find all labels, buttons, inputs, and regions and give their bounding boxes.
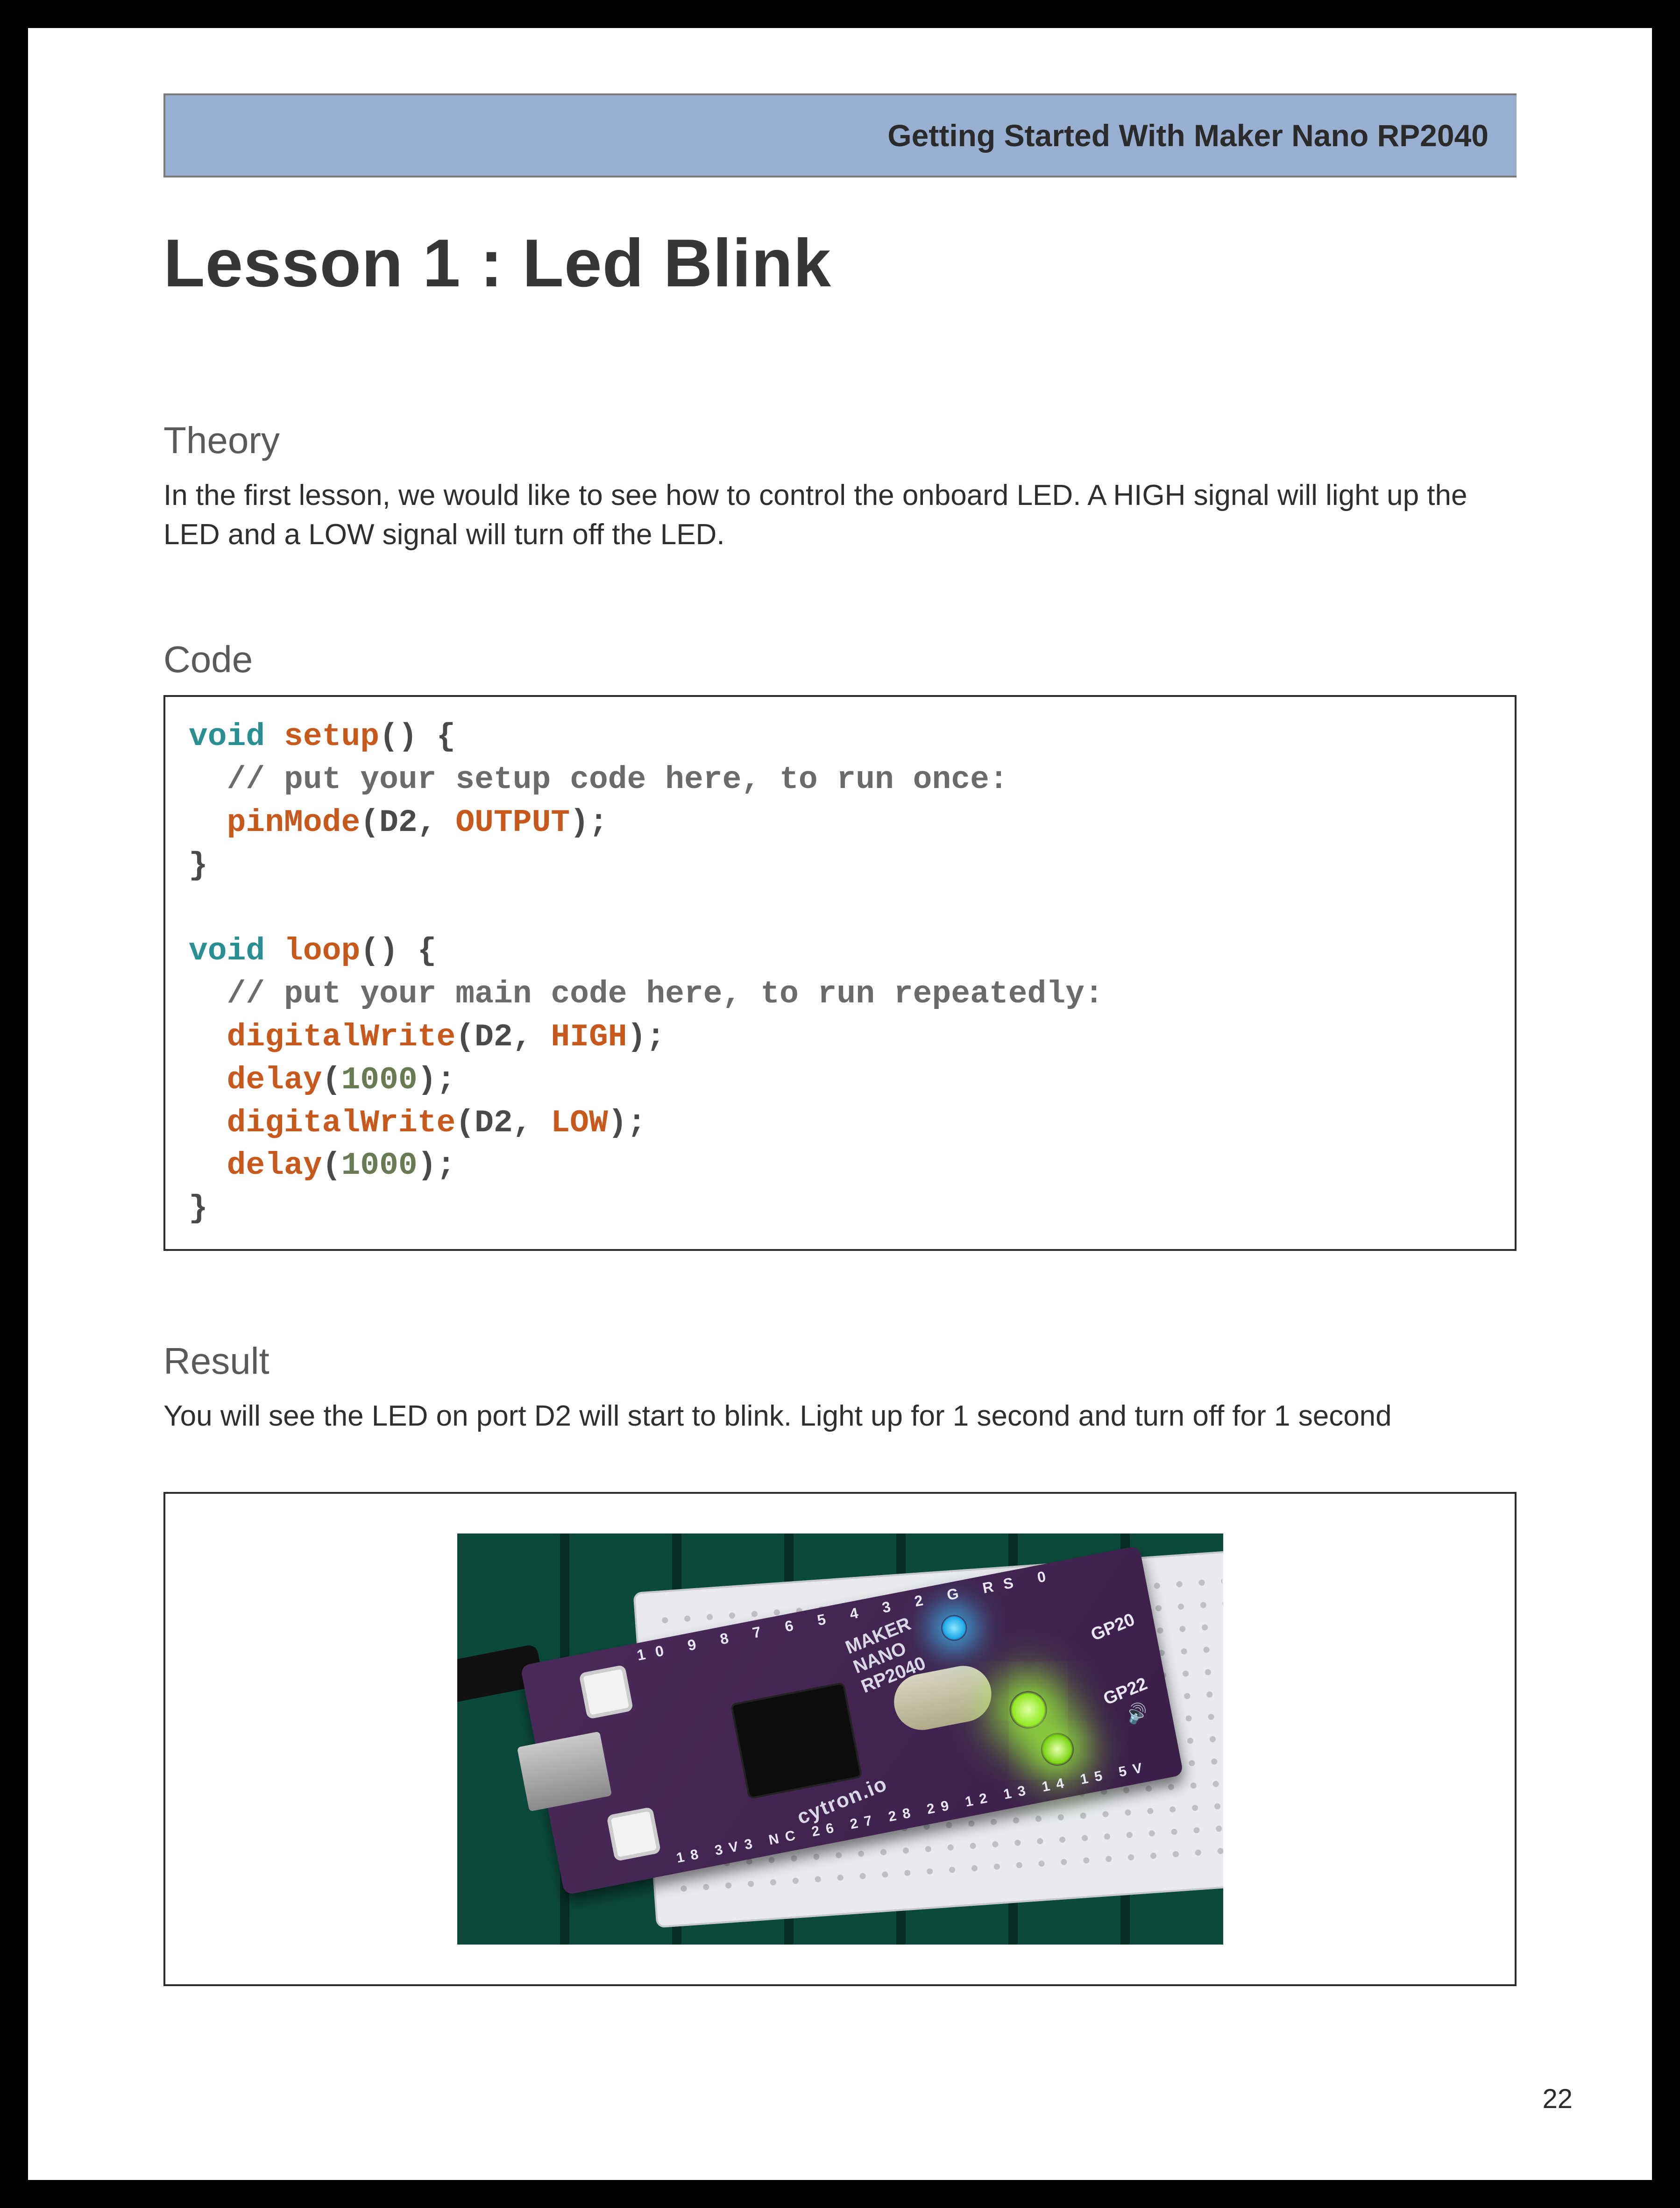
code-punct: ); (418, 1148, 456, 1184)
code-comment: // put your main code here, to run repea… (189, 976, 1104, 1012)
code-punct: ( (360, 805, 379, 841)
code-num: 1000 (341, 1062, 417, 1098)
result-image-frame: 10 9 8 7 6 5 4 3 2 G RS 0 18 3V3 NC 26 2… (163, 1492, 1517, 1986)
page-frame: Getting Started With Maker Nano RP2040 L… (0, 0, 1680, 2208)
boot-button-icon (606, 1807, 661, 1861)
code-fn: pinMode (227, 805, 361, 841)
code-punct: () { (379, 719, 455, 755)
code-const: HIGH (551, 1019, 627, 1055)
page: Getting Started With Maker Nano RP2040 L… (28, 28, 1652, 2180)
code-punct: ); (418, 1062, 456, 1098)
code-kw: void (189, 719, 265, 755)
code-fn: setup (284, 719, 379, 755)
code-arg: D2 (379, 805, 418, 841)
rgb-led-icon (1038, 1730, 1076, 1768)
code-punct: ( (455, 1105, 475, 1141)
code-kw: void (189, 933, 265, 969)
code-punct: ( (322, 1062, 341, 1098)
theory-heading: Theory (163, 419, 1517, 462)
reset-button-icon (579, 1664, 633, 1719)
code-arg: D2 (475, 1019, 513, 1055)
banner-title: Getting Started With Maker Nano RP2040 (887, 118, 1489, 153)
code-block: void setup() { // put your setup code he… (163, 695, 1517, 1251)
rgb-led-icon (1006, 1688, 1050, 1732)
code-comment: // put your setup code here, to run once… (189, 762, 1008, 798)
code-heading: Code (163, 638, 1517, 681)
header-banner: Getting Started With Maker Nano RP2040 (163, 93, 1517, 177)
code-punct: ); (570, 805, 608, 841)
code-punct: , (513, 1019, 551, 1055)
code-punct: , (418, 805, 456, 841)
code-punct: , (513, 1105, 551, 1141)
code-arg: D2 (475, 1105, 513, 1141)
status-led-icon (939, 1613, 969, 1643)
code-punct: () { (360, 933, 436, 969)
code-fn: delay (227, 1062, 322, 1098)
lesson-title: Lesson 1 : Led Blink (163, 224, 1517, 302)
code-fn: loop (284, 933, 360, 969)
result-text: You will see the LED on port D2 will sta… (163, 1397, 1517, 1436)
code-punct: ( (322, 1148, 341, 1184)
code-brace: } (189, 1191, 208, 1227)
gp20-label: GP20 (1088, 1610, 1137, 1645)
code-punct: ); (608, 1105, 646, 1141)
code-fn: delay (227, 1148, 322, 1184)
code-fn: digitalWrite (227, 1105, 456, 1141)
result-heading: Result (163, 1340, 1517, 1383)
speaker-icon: 🔊 (1122, 1700, 1150, 1727)
code-fn: digitalWrite (227, 1019, 456, 1055)
code-punct: ); (627, 1019, 666, 1055)
code-punct: ( (455, 1019, 475, 1055)
theory-text: In the first lesson, we would like to se… (163, 476, 1517, 554)
page-number: 22 (1542, 2083, 1573, 2115)
board-photo: 10 9 8 7 6 5 4 3 2 G RS 0 18 3V3 NC 26 2… (457, 1534, 1223, 1945)
code-num: 1000 (341, 1148, 417, 1184)
rp2040-chip-icon (732, 1684, 860, 1797)
code-const: OUTPUT (455, 805, 570, 841)
code-const: LOW (551, 1105, 608, 1141)
code-brace: } (189, 848, 208, 884)
